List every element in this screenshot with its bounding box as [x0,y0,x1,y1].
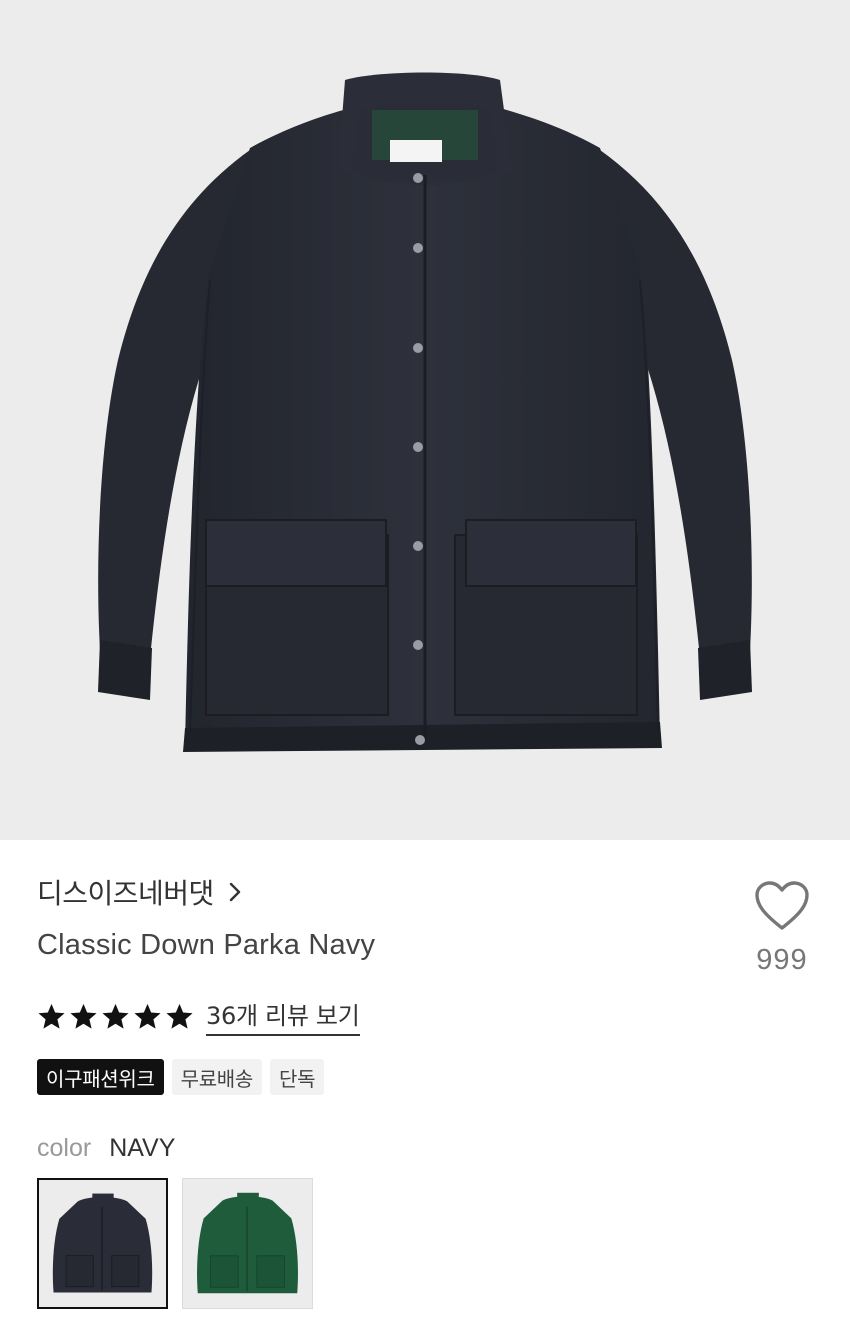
product-image[interactable] [0,0,850,840]
tag-exclusive: 단독 [270,1059,325,1095]
star-icon [166,1003,193,1029]
swatch-navy[interactable] [37,1178,168,1309]
color-selector-label: color NAVY [37,1134,175,1163]
chevron-right-icon [229,882,241,902]
swatch-green[interactable] [182,1178,313,1309]
star-rating [37,1002,194,1031]
like-count: 999 [756,944,808,976]
star-icon [134,1003,161,1029]
selected-color-value: NAVY [109,1134,176,1162]
star-icon [70,1003,97,1029]
color-label: color [37,1134,92,1162]
tag-list: 이구패션위크 무료배송 단독 [37,1059,325,1095]
tag-event: 이구패션위크 [37,1059,164,1095]
review-link[interactable]: 36개 리뷰 보기 [206,996,360,1036]
brand-name: 디스이즈네버댓 [37,877,214,910]
star-icon [38,1003,65,1029]
like-button[interactable]: 999 [748,880,816,977]
star-icon [102,1003,129,1029]
heart-icon [755,881,809,930]
product-title: Classic Down Parka Navy [37,929,376,961]
brand-link[interactable]: 디스이즈네버댓 [37,872,244,912]
color-swatches [37,1178,313,1309]
tag-free-shipping: 무료배송 [171,1059,263,1095]
rating-row: 36개 리뷰 보기 [37,996,360,1036]
